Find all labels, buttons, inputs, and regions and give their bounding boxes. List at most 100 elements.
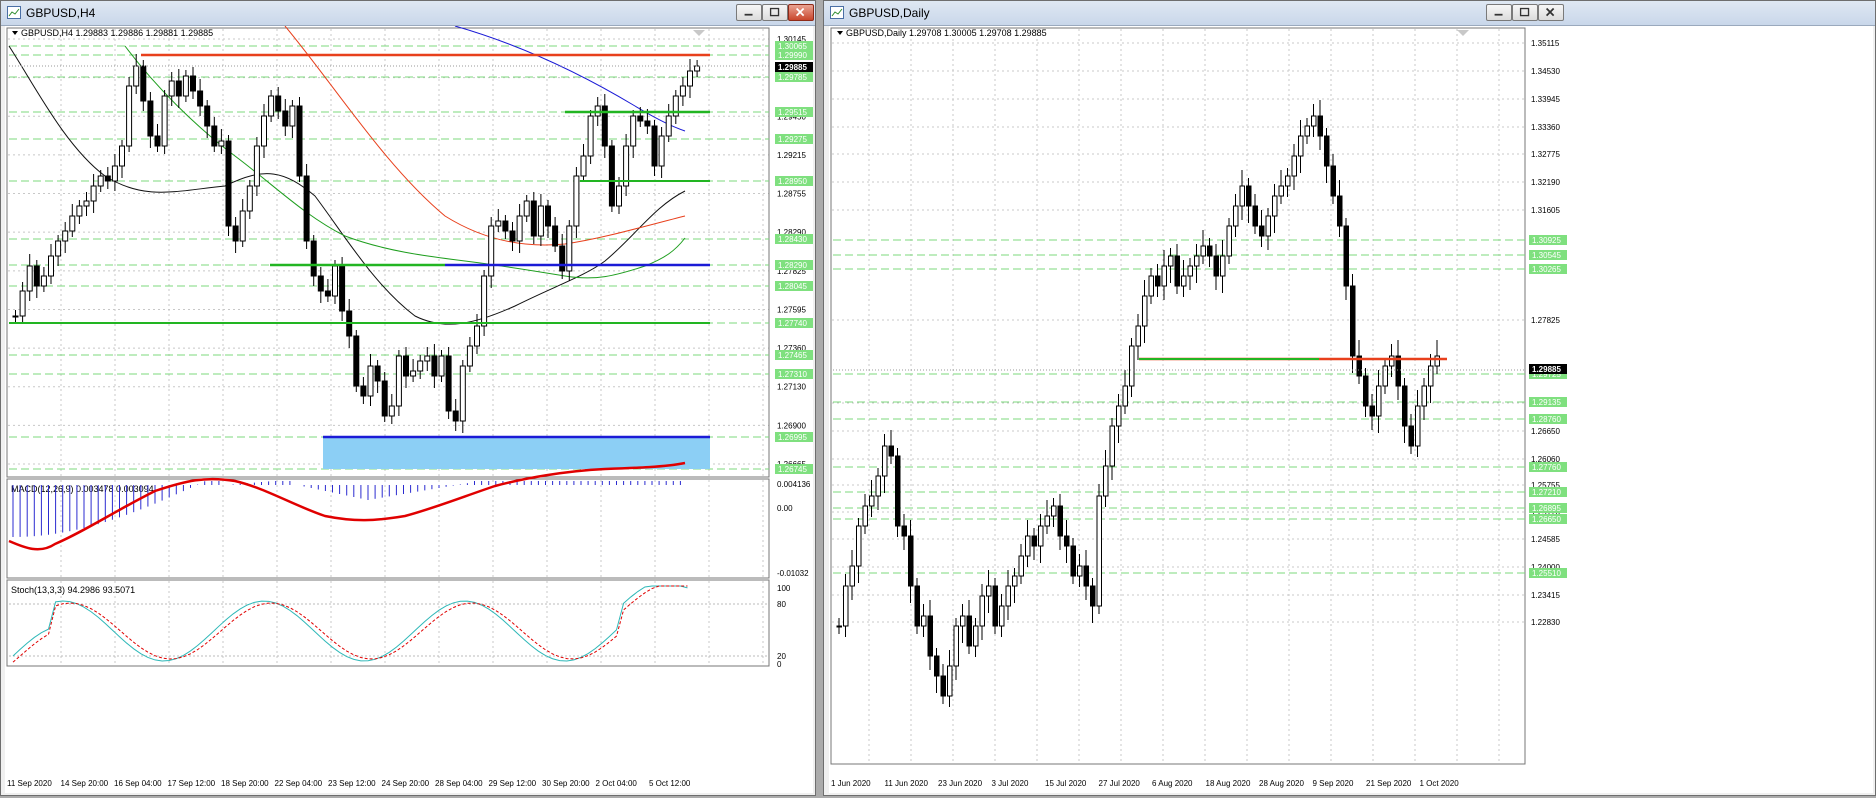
price-axis-label: 1.27825 bbox=[1531, 316, 1560, 325]
h4-chart-area[interactable]: GBPUSD,H4 1.29883 1.29886 1.29881 1.2988… bbox=[5, 25, 813, 793]
chart-menu-arrow-icon[interactable] bbox=[12, 31, 18, 35]
daily-main-panel bbox=[830, 27, 1526, 765]
stoch-header: Stoch(13,3,3) 94.2986 93.5071 bbox=[11, 585, 135, 595]
chart-shift-icon[interactable] bbox=[693, 30, 705, 36]
candle-body bbox=[161, 95, 168, 147]
candle-body bbox=[90, 185, 97, 202]
candle-body bbox=[509, 230, 516, 242]
candle-body bbox=[856, 525, 862, 567]
candle-body bbox=[1051, 505, 1057, 517]
candle-body bbox=[1428, 365, 1434, 387]
h4-title-bar[interactable]: GBPUSD,H4 bbox=[1, 1, 815, 26]
candle-body bbox=[658, 135, 665, 167]
candle-body bbox=[1200, 245, 1206, 257]
time-axis-label: 5 Oct 12:00 bbox=[649, 779, 691, 788]
candle-body bbox=[1077, 565, 1083, 577]
daily-title-bar[interactable]: GBPUSD,Daily bbox=[824, 1, 1875, 26]
candle-body bbox=[452, 410, 459, 422]
level-label: 1.29990 bbox=[778, 51, 807, 60]
candle-body bbox=[1324, 135, 1330, 167]
stoch-signal-line bbox=[12, 585, 688, 663]
candle-body bbox=[687, 70, 693, 87]
candle-body bbox=[431, 355, 438, 377]
h4-chart-window[interactable]: GBPUSD,H4 GBPUSD,H4 1.29883 1.29886 1.29… bbox=[0, 0, 816, 796]
candle-body bbox=[182, 75, 189, 97]
candle-body bbox=[1317, 115, 1323, 137]
candle-body bbox=[239, 210, 246, 242]
candle-body bbox=[1181, 275, 1187, 287]
level-label: 1.29275 bbox=[778, 135, 807, 144]
candle-body bbox=[1109, 425, 1115, 467]
daily-chart-window[interactable]: GBPUSD,Daily GBPUSD,Daily 1.29708 1.3000… bbox=[823, 0, 1876, 796]
price-axis-label: 1.26900 bbox=[777, 421, 806, 430]
close-button[interactable] bbox=[1538, 4, 1564, 21]
candle-body bbox=[1233, 205, 1239, 227]
candle-body bbox=[126, 85, 133, 147]
candle-body bbox=[119, 145, 125, 167]
candle-body bbox=[1070, 545, 1076, 577]
time-axis-label: 24 Sep 20:00 bbox=[382, 779, 430, 788]
price-axis-label: 1.28755 bbox=[777, 190, 806, 199]
candle-body bbox=[1207, 245, 1213, 257]
minimize-button[interactable] bbox=[1486, 4, 1512, 21]
candle-body bbox=[197, 90, 204, 107]
candle-body bbox=[545, 205, 551, 227]
maximize-button[interactable] bbox=[762, 4, 788, 21]
candle-body bbox=[19, 290, 26, 317]
candle-body bbox=[608, 145, 615, 207]
chart-window-icon bbox=[7, 6, 21, 19]
candle-body bbox=[914, 585, 920, 627]
candle-body bbox=[1252, 205, 1258, 227]
candle-body bbox=[1363, 375, 1369, 407]
level-label: 1.29135 bbox=[1532, 398, 1561, 407]
candle-body bbox=[1168, 255, 1174, 267]
candle-body bbox=[1187, 265, 1193, 277]
candle-body bbox=[204, 105, 211, 127]
minimize-button[interactable] bbox=[736, 4, 762, 21]
candle-body bbox=[537, 205, 544, 237]
level-label: 1.28290 bbox=[778, 261, 807, 270]
chart-menu-arrow-icon[interactable] bbox=[837, 31, 843, 35]
candle-body bbox=[424, 355, 431, 362]
candle-body bbox=[921, 615, 927, 627]
candle-body bbox=[495, 220, 502, 227]
candle-body bbox=[111, 165, 118, 182]
support-zone bbox=[323, 437, 710, 469]
candle-body bbox=[1083, 565, 1089, 587]
maximize-button[interactable] bbox=[1512, 4, 1538, 21]
level-label: 1.27740 bbox=[778, 319, 807, 328]
candle-body bbox=[268, 95, 275, 117]
candle-body bbox=[1161, 265, 1167, 287]
daily-chart-area[interactable]: GBPUSD,Daily 1.29708 1.30005 1.29708 1.2… bbox=[829, 26, 1873, 793]
candle-body bbox=[953, 625, 959, 667]
candle-body bbox=[1129, 345, 1135, 387]
candle-body bbox=[1155, 275, 1161, 287]
chart-shift-icon[interactable] bbox=[1457, 30, 1469, 36]
candle-body bbox=[97, 175, 104, 187]
candle-body bbox=[69, 215, 76, 232]
time-axis-label: 2 Oct 04:00 bbox=[596, 779, 638, 788]
candle-body bbox=[882, 445, 888, 477]
time-axis-label: 17 Sep 12:00 bbox=[168, 779, 216, 788]
time-axis-label: 18 Sep 20:00 bbox=[221, 779, 269, 788]
candle-body bbox=[474, 325, 480, 347]
candle-body bbox=[934, 655, 940, 677]
candle-body bbox=[1330, 165, 1336, 197]
time-axis-label: 14 Sep 20:00 bbox=[61, 779, 109, 788]
candle-body bbox=[530, 200, 537, 237]
candle-body bbox=[1148, 275, 1154, 297]
close-button[interactable] bbox=[788, 4, 814, 21]
time-axis-label: 11 Jun 2020 bbox=[885, 779, 929, 788]
time-axis-label: 11 Sep 2020 bbox=[7, 779, 52, 788]
candle-body bbox=[836, 625, 842, 628]
candle-body bbox=[225, 140, 232, 227]
level-label: 1.27210 bbox=[1532, 488, 1561, 497]
candle-body bbox=[559, 245, 566, 272]
candle-body bbox=[104, 175, 111, 182]
stoch-axis-label: 0 bbox=[777, 660, 782, 669]
candle-body bbox=[1220, 255, 1226, 277]
level-label: 1.28950 bbox=[778, 177, 807, 186]
candle-body bbox=[960, 615, 966, 627]
candle-body bbox=[310, 240, 317, 277]
daily-current-price: 1.29885 bbox=[1532, 365, 1561, 374]
